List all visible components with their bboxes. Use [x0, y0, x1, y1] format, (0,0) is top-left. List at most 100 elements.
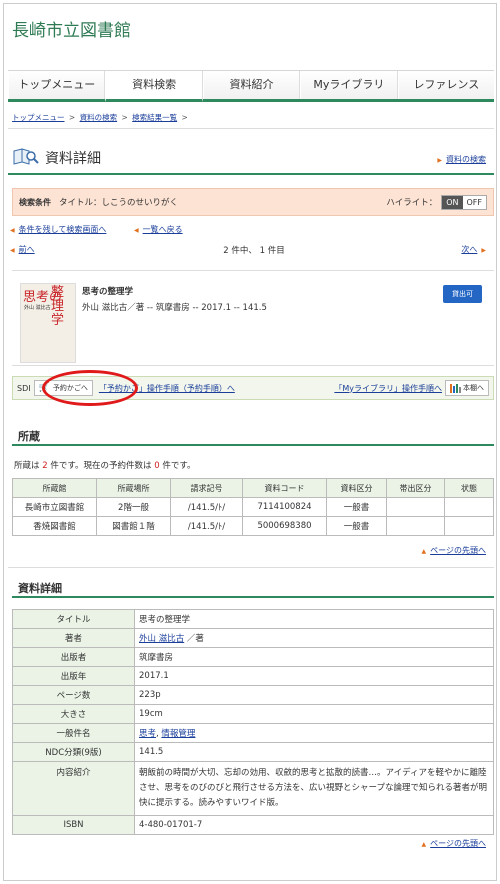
- shelf-label: 本棚へ: [463, 384, 484, 392]
- details-table: タイトル 思考の整理学 著者 外山 滋比古 ／著 出版者 筑摩書房 出版年 20…: [12, 609, 494, 835]
- breadcrumb-results[interactable]: 検索結果一覧: [132, 113, 177, 122]
- cell-status: [444, 516, 494, 536]
- cell-location: 2階一般: [96, 497, 171, 517]
- condition-label: 検索条件: [19, 197, 51, 207]
- detail-label: 出版者: [12, 647, 135, 667]
- book-search-icon: [13, 147, 39, 168]
- highlight-annotation: [42, 370, 138, 406]
- detail-label: ページ数: [12, 685, 135, 705]
- detail-value: 外山 滋比古 ／著: [134, 628, 494, 648]
- page-top-label: ページの先頭へ: [430, 839, 486, 848]
- col-library: 所蔵館: [12, 478, 97, 498]
- holdings-title-underline: [12, 444, 494, 446]
- shelf-button[interactable]: 本棚へ: [445, 380, 489, 396]
- detail-label: 出版年: [12, 666, 135, 686]
- detail-value: 19cm: [134, 704, 494, 724]
- detail-summary: 朝飯前の時間が大切、忘却の効用、収斂的思考と拡散的読書…。アイディアを軽やかに離…: [134, 761, 494, 816]
- detail-label: NDC分類(9版): [12, 742, 135, 762]
- page-frame: 長崎市立図書館 トップメニュー 資料検索 資料紹介 Myライブラリ レファレンス…: [3, 3, 497, 881]
- page-title: 資料詳細: [45, 150, 101, 167]
- detail-row: 出版者 筑摩書房: [12, 647, 494, 667]
- next-link[interactable]: 次へ ▶: [461, 244, 486, 255]
- nav-search[interactable]: 資料検索: [105, 71, 203, 102]
- nav-introduction[interactable]: 資料紹介: [202, 71, 301, 99]
- back-to-list-label: 一覧へ戻る: [142, 225, 183, 234]
- record-item: 思考の 整理学 外山 滋比古 思考の整理学 外山 滋比古／著 -- 筑摩書房 -…: [12, 270, 494, 366]
- result-count: 2 件中、 1 件目: [223, 246, 285, 256]
- col-call-number: 請求記号: [170, 478, 243, 498]
- detail-row: 内容紹介 朝飯前の時間が大切、忘却の効用、収斂的思考と拡散的読書…。アイディアを…: [12, 761, 494, 816]
- page-top-label: ページの先頭へ: [430, 546, 486, 555]
- col-status: 状態: [444, 478, 494, 498]
- status-badge: 貸出可: [443, 285, 482, 303]
- details-title-underline: [12, 596, 494, 598]
- sdi-label: SDI: [17, 383, 31, 393]
- detail-label: タイトル: [12, 609, 135, 629]
- arrow-up-icon: ▲: [421, 841, 427, 848]
- subject-separator: ,: [156, 729, 159, 739]
- subject-link[interactable]: 情報管理: [161, 729, 195, 739]
- arrow-left-icon: ◀: [134, 227, 139, 234]
- table-row: 長崎市立図書館 2階一般 /141.5/ﾄ/ 7114100824 一般書: [12, 497, 494, 517]
- col-loan-type: 帯出区分: [386, 478, 445, 498]
- site-title[interactable]: 長崎市立図書館: [12, 16, 131, 41]
- detail-value: 筑摩書房: [134, 647, 494, 667]
- condition-text: タイトル：しこうのせいりがく: [59, 198, 179, 208]
- page-top-link[interactable]: ▲ ページの先頭へ: [422, 545, 486, 556]
- next-label: 次へ: [461, 245, 478, 254]
- breadcrumb-top-menu[interactable]: トップメニュー: [12, 113, 65, 122]
- arrow-left-icon: ◀: [10, 227, 15, 234]
- highlight-on-button[interactable]: ON: [442, 195, 463, 209]
- breadcrumb-separator: >: [121, 113, 128, 122]
- author-role: ／著: [186, 634, 204, 644]
- cell-material-type: 一般書: [326, 516, 387, 536]
- detail-label: ISBN: [12, 815, 135, 835]
- record-detail: 外山 滋比古／著 -- 筑摩書房 -- 2017.1 -- 141.5: [82, 303, 267, 313]
- highlight-toggle: ON OFF: [441, 194, 487, 210]
- main-nav: トップメニュー 資料検索 資料紹介 Myライブラリ レファレンス: [8, 70, 495, 102]
- highlight-label: ハイライト：: [386, 198, 438, 208]
- arrow-right-icon: ▶: [437, 157, 442, 164]
- book-cover[interactable]: 思考の 整理学 外山 滋比古: [20, 283, 76, 363]
- author-link[interactable]: 外山 滋比古: [139, 634, 184, 644]
- detail-value: 141.5: [134, 742, 494, 762]
- nav-my-library[interactable]: Myライブラリ: [300, 71, 398, 99]
- holdings-note-suffix: 件です。: [162, 461, 196, 471]
- cover-author: 外山 滋比古: [24, 305, 51, 311]
- heading-underline: [8, 173, 494, 175]
- cell-call-number: /141.5/ﾄ/: [170, 497, 243, 517]
- mylib-guide-link[interactable]: 「Myライブラリ」操作手順へ: [334, 383, 442, 394]
- detail-row: ページ数 223p: [12, 685, 494, 705]
- detail-row: タイトル 思考の整理学: [12, 609, 494, 629]
- detail-row: 大きさ 19cm: [12, 704, 494, 724]
- holdings-header-row: 所蔵館 所蔵場所 請求記号 資料コード 資料区分 帯出区分 状態: [12, 478, 494, 498]
- cell-loan-type: [386, 516, 445, 536]
- subject-link[interactable]: 思考: [139, 729, 156, 739]
- cell-loan-type: [386, 497, 445, 517]
- search-link-label: 資料の検索: [446, 155, 486, 164]
- cell-material-type: 一般書: [326, 497, 387, 517]
- page-top-link[interactable]: ▲ ページの先頭へ: [422, 838, 486, 849]
- highlight-off-button[interactable]: OFF: [462, 195, 486, 209]
- arrow-right-icon: ▶: [481, 247, 486, 254]
- nav-top-menu[interactable]: トップメニュー: [8, 71, 106, 99]
- cell-status: [444, 497, 494, 517]
- back-to-list-link[interactable]: ◀ 一覧へ戻る: [134, 224, 183, 235]
- search-link[interactable]: ▶ 資料の検索: [437, 154, 486, 165]
- detail-value: 思考, 情報管理: [134, 723, 494, 743]
- breadcrumb-search[interactable]: 資料の検索: [80, 113, 118, 122]
- cell-library: 長崎市立図書館: [12, 497, 97, 517]
- holdings-note-mid: 件です。現在の予約件数は: [50, 461, 152, 471]
- detail-row: 一般件名 思考, 情報管理: [12, 723, 494, 743]
- detail-label: 内容紹介: [12, 761, 135, 816]
- reserve-count: 0: [154, 461, 160, 471]
- divider: [8, 128, 494, 129]
- back-to-search-link[interactable]: ◀ 条件を残して検索画面へ: [10, 224, 106, 235]
- breadcrumb-separator: >: [181, 113, 188, 122]
- col-material-type: 資料区分: [326, 478, 387, 498]
- holdings-note: 所蔵は 2 件です。現在の予約件数は 0 件です。: [14, 459, 195, 471]
- nav-reference[interactable]: レファレンス: [397, 71, 495, 99]
- cell-library: 香焼図書館: [12, 516, 97, 536]
- detail-value: 思考の整理学: [134, 609, 494, 629]
- holdings-table: 所蔵館 所蔵場所 請求記号 資料コード 資料区分 帯出区分 状態 長崎市立図書館…: [12, 478, 494, 536]
